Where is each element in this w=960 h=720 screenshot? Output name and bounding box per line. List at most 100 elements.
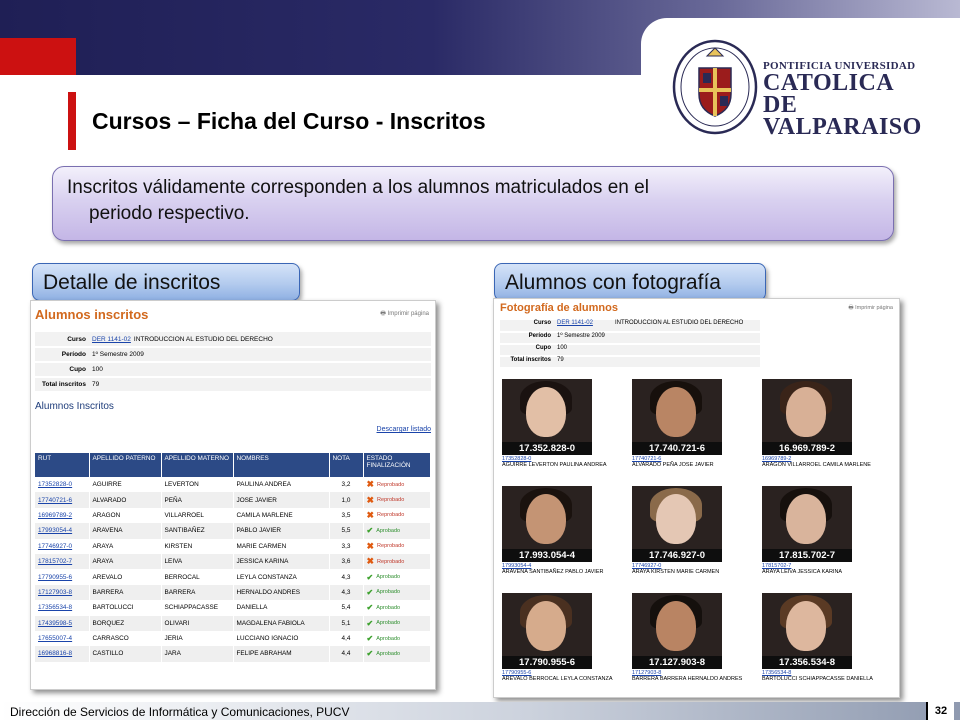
status: ✔ Aprobado — [367, 526, 401, 535]
info-key: Período — [35, 347, 89, 363]
student-photo[interactable]: 17.815.702-7 — [762, 486, 852, 562]
table-row: 17352828-0 AGUIRRE LEVERTON PAULINA ANDREA 3… — [35, 477, 431, 493]
rut-link[interactable]: 16969789-2 — [35, 507, 90, 524]
checkmark-icon: ✔ — [366, 572, 374, 582]
photo-face — [526, 601, 566, 651]
table-cell: CARRASCO — [89, 630, 162, 647]
rut-link[interactable]: 17790955-6 — [35, 569, 90, 585]
table-cell: OLIVARI — [161, 615, 234, 631]
status: ✔ Aprobado — [367, 634, 401, 643]
rut-link[interactable]: 17439598-5 — [35, 615, 90, 631]
screenshot-fotografia-alumnos: Fotografía de alumnos 🖶 Imprimir página … — [493, 298, 900, 698]
panel-subtitle: Alumnos Inscritos — [35, 401, 114, 412]
photo-face — [656, 387, 696, 437]
info-value-cell: 1º Semestre 2009 — [89, 347, 431, 363]
student-photo[interactable]: 17.127.903-8 — [632, 593, 722, 669]
status-label: Reprobado — [377, 481, 405, 488]
photo-id-plate: 17.815.702-7 — [762, 549, 852, 562]
rut-link[interactable]: 17655007-4 — [35, 630, 90, 647]
status-label: Reprobado — [377, 543, 405, 550]
grade-cell: 5,5 — [329, 523, 364, 539]
course-code-link[interactable]: DER 1141-02 — [92, 336, 131, 343]
column-header: ESTADO FINALIZACIÓN — [363, 453, 431, 477]
photo-face — [656, 601, 696, 651]
table-cell: JOSE JAVIER — [233, 492, 330, 508]
status: ✖ Reprobado — [367, 556, 405, 567]
grade-cell: 4,4 — [329, 646, 364, 662]
photo-face — [526, 387, 566, 437]
rut-link[interactable]: 17127903-8 — [35, 584, 90, 601]
table-cell: CASTILLO — [89, 646, 162, 662]
status-label: Reprobado — [377, 497, 405, 504]
info-value: 79 — [554, 356, 612, 369]
status: ✖ Reprobado — [367, 510, 405, 521]
student-photo[interactable]: 17.790.955-6 — [502, 593, 592, 669]
photo-id-plate: 17.993.054-4 — [502, 549, 592, 562]
x-mark-icon: ✖ — [366, 540, 375, 551]
panel-title: Fotografía de alumnos — [500, 302, 618, 314]
table-row: 16968816-8 CASTILLO JARA FELIPE ABRAHAM 4,4 ✔… — [35, 646, 431, 662]
course-code-link[interactable]: DER 1141-02 — [554, 320, 612, 333]
student-photo[interactable]: 16.969.789-2 — [762, 379, 852, 455]
table-cell: AREVALO — [89, 569, 162, 585]
info-key: Total inscritos — [500, 356, 554, 369]
print-link[interactable]: 🖶 Imprimir página — [380, 309, 429, 319]
rut-link[interactable]: 17746927-0 — [35, 538, 90, 554]
column-header: APELLIDO PATERNO — [89, 453, 162, 477]
slide-title: Cursos – Ficha del Curso - Inscritos — [92, 108, 486, 134]
table-cell: SANTIBAÑEZ — [161, 523, 234, 539]
status: ✔ Aprobado — [367, 603, 401, 612]
table-row: 17740721-6 ALVARADO PEÑA JOSE JAVIER 1,0 ✖ Rep… — [35, 492, 431, 508]
table-cell: JARA — [161, 646, 234, 662]
student-photo[interactable]: 17.356.534-8 — [762, 593, 852, 669]
status-cell: ✖ Reprobado — [363, 538, 431, 554]
info-row: Total inscritos 79 — [500, 356, 760, 369]
print-link[interactable]: 🖶 Imprimir página — [848, 304, 893, 313]
rut-link[interactable]: 17352828-0 — [35, 477, 90, 493]
info-value — [612, 344, 760, 357]
status-label: Aprobado — [376, 574, 401, 581]
download-list-link[interactable]: Descargar listado — [35, 426, 431, 433]
table-cell: LEIVA — [161, 553, 234, 570]
table-cell: AGUIRRE — [89, 477, 162, 493]
table-cell: CAMILA MARLENE — [233, 507, 330, 524]
rut-link[interactable]: 17356534-8 — [35, 600, 90, 616]
rut-link[interactable]: 17993054-4 — [35, 523, 90, 539]
checkmark-icon: ✔ — [366, 649, 374, 659]
student-photo[interactable]: 17.740.721-6 — [632, 379, 722, 455]
rut-link[interactable]: 17815702-7 — [35, 553, 90, 570]
student-photo-card: 17.127.903-8 17127903-8 BARRERA BARRERA HE… — [632, 593, 756, 697]
rut-link[interactable]: 16968816-8 — [35, 646, 90, 662]
header-red-accent — [0, 38, 76, 75]
table-cell: FELIPE ABRAHAM — [233, 646, 330, 662]
logo-line-2: CATOLICA — [763, 70, 895, 96]
status-label: Aprobado — [376, 620, 401, 627]
info-value: 100 — [92, 366, 103, 373]
status-cell: ✔ Aprobado — [363, 569, 431, 585]
column-header: NOTA — [329, 453, 364, 477]
info-value-cell: DER 1141-02 INTRODUCCION AL ESTUDIO DEL D… — [89, 332, 431, 348]
table-cell: MARIE CARMEN — [233, 538, 330, 554]
x-mark-icon: ✖ — [366, 479, 375, 490]
student-photo[interactable]: 17.993.054-4 — [502, 486, 592, 562]
university-seal-icon — [672, 39, 758, 135]
student-photo[interactable]: 17.746.927-0 — [632, 486, 722, 562]
photo-id-plate: 17.356.534-8 — [762, 656, 852, 669]
status-cell: ✖ Reprobado — [363, 553, 431, 570]
status: ✔ Aprobado — [367, 649, 401, 658]
student-photo-card: 16.969.789-2 16969789-2 ARAGON VILLARROEL … — [762, 379, 886, 483]
x-mark-icon: ✖ — [366, 494, 375, 505]
status-label: Reprobado — [377, 512, 405, 519]
x-mark-icon: ✖ — [366, 556, 375, 567]
logo-line-3: DE VALPARAISO — [763, 92, 922, 140]
student-photo[interactable]: 17.352.828-0 — [502, 379, 592, 455]
photo-student-name: ARAVENA SANTIBAÑEZ PABLO JAVIER — [502, 569, 604, 575]
rut-link[interactable]: 17740721-6 — [35, 492, 90, 508]
info-value: 79 — [92, 381, 100, 388]
photo-student-name: ARAYA KIRSTEN MARIE CARMEN — [632, 569, 720, 575]
status-cell: ✔ Aprobado — [363, 615, 431, 631]
table-cell: VILLARROEL — [161, 507, 234, 524]
printer-icon: 🖶 — [380, 311, 386, 317]
table-cell: LUCCIANO IGNACIO — [233, 630, 330, 647]
status-cell: ✔ Aprobado — [363, 630, 431, 647]
